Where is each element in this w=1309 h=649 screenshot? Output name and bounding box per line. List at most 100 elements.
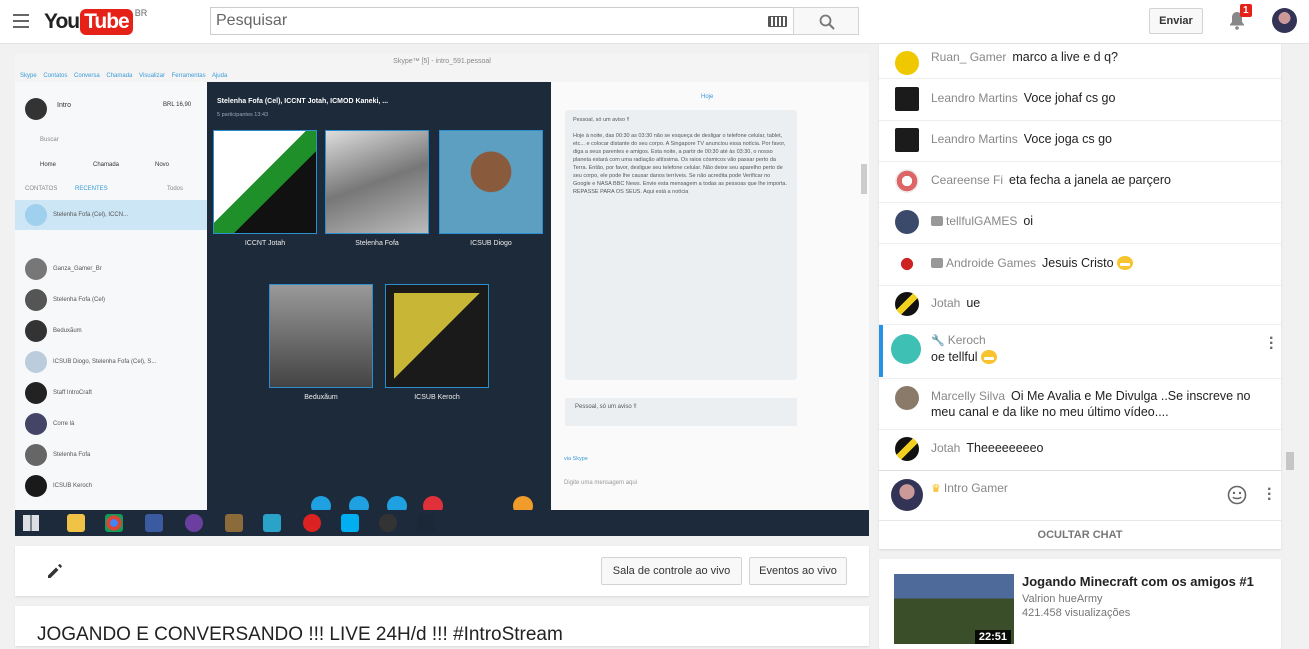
chat-author: Marcelly Silva (931, 389, 1006, 403)
conversation-input: Digite uma mensagem aqui (564, 480, 638, 486)
recommended-channel[interactable]: Valrion hueArmy (1022, 593, 1103, 605)
participant-name: ICSUB Diogo (470, 240, 512, 247)
logo-tube-text: Tube (80, 9, 133, 35)
chat-author: Androide Games (946, 256, 1037, 270)
skype-taskbar-icon (341, 514, 359, 532)
live-action-bar: Sala de controle ao vivo Eventos ao vivo (15, 546, 869, 596)
hide-chat-button[interactable]: OCULTAR CHAT (879, 520, 1281, 549)
grin-emoji-icon (1117, 256, 1134, 270)
live-events-button[interactable]: Eventos ao vivo (749, 557, 847, 585)
skype-nav-call: Chamada (93, 162, 120, 168)
skype-sidebar: Intro BRL 16,90 Buscar Home Chamada Novo… (15, 82, 207, 510)
chat-avatar (891, 334, 921, 364)
chat-avatar (895, 437, 919, 461)
windows-start-icon (23, 515, 39, 531)
guide-menu-icon[interactable] (13, 14, 29, 28)
skype-tab-all: Todos (167, 186, 184, 192)
search-input[interactable] (211, 8, 751, 34)
app-taskbar-icon (185, 514, 203, 532)
participant-tile-jotah (213, 130, 317, 234)
search-box (210, 7, 794, 35)
skype-menu-bar: Skype Contatos Conversa Chamada Visualiz… (15, 70, 869, 82)
participant-name: ICCNT Jotah (244, 240, 286, 247)
conversation-via: via Skype (564, 456, 588, 462)
recommended-title[interactable]: Jogando Minecraft com os amigos #1 (1022, 574, 1254, 589)
skype-call-panel: Stelenha Fofa (Cel), ICCNT Jotah, ICMOD … (207, 82, 551, 516)
skype-contact: Staff IntroCraft (25, 382, 92, 404)
owner-crown-icon: ♛ (931, 483, 941, 495)
skype-balance: BRL 16,90 (163, 102, 192, 108)
video-thumbnail[interactable]: 22:51 (894, 574, 1014, 644)
chat-text: Jesuis Cristo (1042, 256, 1114, 270)
app-taskbar-icon (225, 514, 243, 532)
chat-author: Leandro Martins (931, 91, 1018, 105)
verified-icon (931, 258, 943, 268)
chat-avatar (895, 210, 919, 234)
participant-tile-keroch (385, 284, 489, 388)
chat-text: Voce johaf cs go (1023, 91, 1116, 105)
live-control-room-button[interactable]: Sala de controle ao vivo (601, 557, 742, 585)
message-menu-icon[interactable]: · · · (1269, 331, 1274, 357)
upload-button[interactable]: Enviar (1149, 8, 1203, 34)
reply-preview: Pessoal, só um aviso !! (565, 398, 797, 426)
chat-avatar (895, 386, 919, 410)
skype-contact: ICSUB Keroch (25, 475, 92, 497)
conversation-date: Hoje (701, 94, 714, 100)
recommended-views: 421.458 visualizações (1022, 607, 1131, 619)
chat-avatar (895, 292, 919, 316)
video-duration: 22:51 (974, 630, 1011, 644)
participant-name: Beduxãum (304, 394, 338, 401)
search-button[interactable] (793, 7, 859, 35)
chat-avatar (895, 51, 919, 75)
edit-pencil-icon[interactable] (46, 562, 64, 580)
chat-scrollbar-thumb[interactable] (1286, 452, 1294, 470)
explorer-taskbar-icon (67, 514, 85, 532)
grin-emoji-icon (981, 350, 998, 364)
chat-avatar (895, 169, 919, 193)
emoji-picker-icon[interactable] (1227, 485, 1247, 505)
masthead: You Tube BR Enviar 1 (0, 0, 1309, 44)
chat-text: Voce joga cs go (1023, 132, 1112, 146)
chat-input[interactable]: ♛ Intro Gamer (931, 481, 1008, 495)
country-code: BR (134, 8, 148, 18)
chat-author: Jotah (931, 296, 961, 310)
app-taskbar-icon (263, 514, 281, 532)
account-avatar[interactable] (1272, 8, 1297, 33)
skype-contact: Ganza_Gamer_Br (25, 258, 102, 280)
skype-contact: Beduxãum (25, 320, 82, 342)
video-player[interactable]: Skype™ [5] - intro_591.pessoal Skype Con… (15, 54, 869, 536)
video-title: JOGANDO E CONVERSANDO !!! LIVE 24H/d !!!… (37, 624, 563, 645)
chat-author: tellfulGAMES (946, 214, 1018, 228)
app-taskbar-icon (303, 514, 321, 532)
skype-scrollbar (861, 164, 867, 194)
conversation-message: Pessoal, só um aviso !! Hoje à noite, da… (565, 110, 797, 380)
moderator-wrench-icon: 🔧 (931, 335, 945, 347)
chat-author: Ceareense Fi (931, 173, 1004, 187)
youtube-logo[interactable]: You Tube BR (44, 8, 148, 35)
chat-avatar (895, 128, 919, 152)
skype-nav-home: Home (40, 162, 57, 168)
skype-contact: ICSUB Diogo, Stelenha Fofa (Cel), S... (25, 351, 156, 373)
verified-icon (931, 216, 943, 226)
chat-text: eta fecha a janela ae parçero (1009, 173, 1171, 187)
chat-author: Ruan_ Gamer (931, 50, 1007, 64)
keyboard-icon[interactable] (768, 16, 787, 27)
skype-contact: Stelenha Fofa (25, 444, 90, 466)
logo-you-text: You (44, 10, 80, 33)
skype-nav-new: Novo (155, 162, 170, 168)
chat-text: oi (1023, 214, 1034, 228)
call-title: Stelenha Fofa (Cel), ICCNT Jotah, ICMOD … (217, 98, 389, 105)
participant-tile-beduxaum (269, 284, 373, 388)
steam-taskbar-icon (417, 514, 435, 532)
chat-scrollbar[interactable] (1284, 44, 1296, 474)
chat-text: Theeeeeeeeo (966, 441, 1044, 455)
chat-options-icon[interactable]: · · · (1267, 482, 1272, 508)
participant-tile-diogo (439, 130, 543, 234)
message-title: Pessoal, só um aviso !! (573, 117, 630, 123)
windows-taskbar (15, 510, 869, 536)
app-taskbar-icon (145, 514, 163, 532)
highlighted-message-bar (879, 325, 883, 377)
chat-input-row: ♛ Intro Gamer · · · (879, 470, 1281, 520)
chat-author: Keroch (947, 333, 986, 347)
chat-avatar (895, 252, 919, 276)
